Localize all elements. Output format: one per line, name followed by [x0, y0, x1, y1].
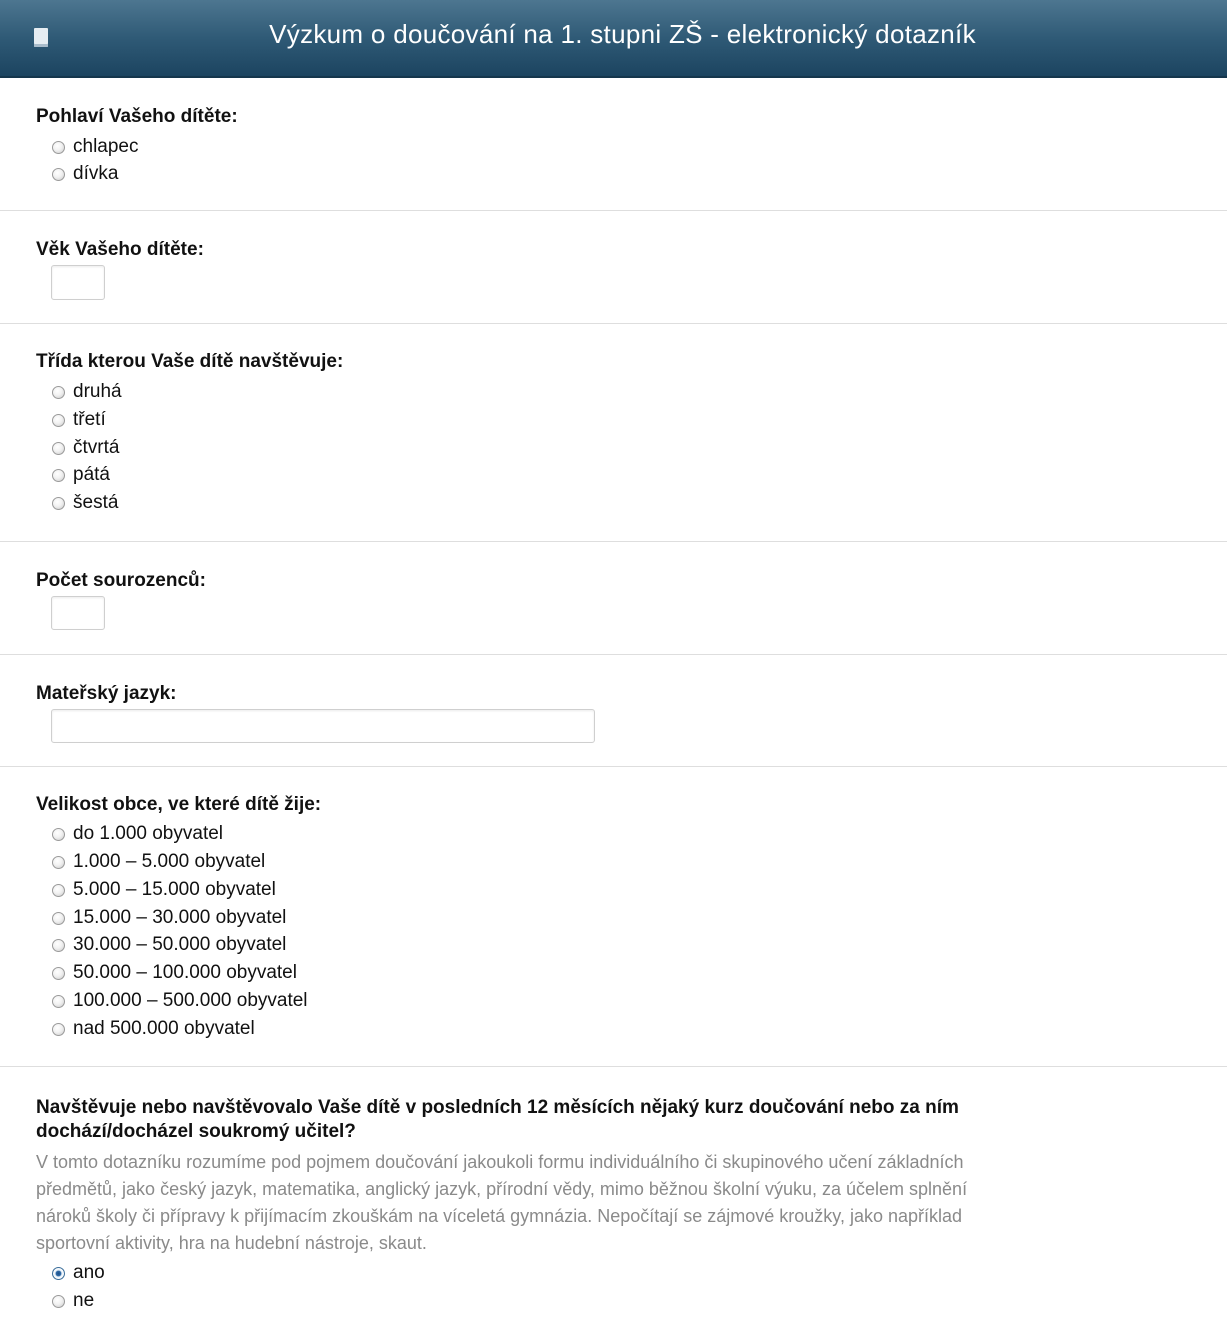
description-line: nároků školy či přípravy k přijímacím zk…	[36, 1206, 963, 1226]
question-label: Třída kterou Vaše dítě navštěvuje:	[36, 351, 344, 372]
option-label: nad 500.000 obyvatel	[73, 1018, 255, 1039]
radio-button[interactable]	[52, 468, 65, 482]
radio-button[interactable]	[52, 994, 65, 1008]
question-grade: Třída kterou Vaše dítě navštěvuje: druhá…	[0, 324, 1227, 542]
question-town-size: Velikost obce, ve které dítě žije: do 1.…	[0, 767, 1227, 1067]
radio-button[interactable]	[52, 413, 65, 427]
option-label: šestá	[73, 492, 119, 513]
radio-option-town-size[interactable]: do 1.000 obyvatel	[52, 822, 223, 846]
radio-button-selected[interactable]	[52, 1266, 65, 1280]
description-line: V tomto dotazníku rozumíme pod pojmem do…	[36, 1152, 964, 1172]
radio-button[interactable]	[52, 385, 65, 399]
radio-option-divka[interactable]: dívka	[52, 162, 118, 186]
radio-option-ne[interactable]: ne	[52, 1289, 94, 1313]
radio-button[interactable]	[52, 938, 65, 952]
option-label: do 1.000 obyvatel	[73, 823, 224, 844]
question-tutoring: Navštěvuje nebo navštěvovalo Vaše dítě v…	[0, 1067, 1227, 1329]
radio-button[interactable]	[52, 827, 65, 841]
radio-button[interactable]	[52, 441, 65, 455]
radio-option-town-size[interactable]: 50.000 – 100.000 obyvatel	[52, 961, 297, 985]
description-line: předmětů, jako český jazyk, matematika, …	[36, 1179, 968, 1199]
language-input[interactable]	[51, 709, 595, 743]
question-label: Velikost obce, ve které dítě žije:	[36, 794, 322, 815]
option-label: druhá	[73, 381, 122, 402]
radio-option-treti[interactable]: třetí	[52, 408, 106, 432]
question-age: Věk Vašeho dítěte:	[0, 211, 1227, 324]
radio-button[interactable]	[52, 140, 65, 154]
option-label: 100.000 – 500.000 obyvatel	[73, 990, 308, 1011]
question-label: Věk Vašeho dítěte:	[36, 239, 204, 260]
option-label: chlapec	[73, 136, 139, 157]
radio-option-ctvrta[interactable]: čtvrtá	[52, 436, 119, 460]
radio-button[interactable]	[52, 883, 65, 897]
age-input[interactable]	[51, 265, 105, 300]
radio-option-town-size[interactable]: 30.000 – 50.000 obyvatel	[52, 933, 286, 957]
siblings-input[interactable]	[51, 596, 105, 630]
option-label: ano	[73, 1262, 105, 1283]
question-label-line1: Navštěvuje nebo navštěvovalo Vaše dítě v…	[36, 1097, 959, 1118]
radio-option-chlapec[interactable]: chlapec	[52, 135, 139, 159]
question-gender: Pohlaví Vašeho dítěte: chlapec dívka	[0, 78, 1227, 211]
question-label: Mateřský jazyk:	[36, 683, 177, 704]
radio-button[interactable]	[52, 966, 65, 980]
survey-header: Výzkum o doučování na 1. stupni ZŠ - ele…	[0, 0, 1227, 78]
radio-option-town-size[interactable]: 5.000 – 15.000 obyvatel	[52, 878, 276, 902]
option-label: 1.000 – 5.000 obyvatel	[73, 851, 266, 872]
radio-option-druha[interactable]: druhá	[52, 380, 122, 404]
option-label: 50.000 – 100.000 obyvatel	[73, 962, 297, 983]
radio-button[interactable]	[52, 1022, 65, 1036]
question-language: Mateřský jazyk:	[0, 655, 1227, 767]
radio-option-town-size[interactable]: 1.000 – 5.000 obyvatel	[52, 850, 265, 874]
radio-option-town-size[interactable]: nad 500.000 obyvatel	[52, 1017, 255, 1041]
radio-option-ano[interactable]: ano	[52, 1261, 105, 1285]
radio-button[interactable]	[52, 911, 65, 925]
option-label: 30.000 – 50.000 obyvatel	[73, 934, 287, 955]
radio-option-pata[interactable]: pátá	[52, 463, 110, 487]
radio-button[interactable]	[52, 167, 65, 181]
question-label: Počet sourozenců:	[36, 570, 206, 591]
option-label: pátá	[73, 464, 110, 485]
option-label: dívka	[73, 163, 119, 184]
radio-button[interactable]	[52, 855, 65, 869]
description-line: sportovní aktivity, hra na hudební nástr…	[36, 1233, 427, 1253]
radio-option-town-size[interactable]: 100.000 – 500.000 obyvatel	[52, 989, 308, 1013]
question-label-line2: dochází/docházel soukromý učitel?	[36, 1121, 356, 1142]
option-label: 5.000 – 15.000 obyvatel	[73, 879, 276, 900]
radio-button[interactable]	[52, 1294, 65, 1308]
radio-button[interactable]	[52, 496, 65, 510]
survey-title: Výzkum o doučování na 1. stupni ZŠ - ele…	[269, 19, 976, 49]
question-siblings: Počet sourozenců:	[0, 542, 1227, 655]
question-description: V tomto dotazníku rozumíme pod pojmem do…	[36, 1149, 1166, 1257]
radio-option-town-size[interactable]: 15.000 – 30.000 obyvatel	[52, 906, 286, 930]
radio-option-sesta[interactable]: šestá	[52, 491, 118, 515]
option-label: třetí	[73, 409, 106, 430]
option-label: 15.000 – 30.000 obyvatel	[73, 907, 287, 928]
option-label: čtvrtá	[73, 437, 120, 458]
option-label: ne	[73, 1290, 95, 1311]
question-label: Pohlaví Vašeho dítěte:	[36, 106, 238, 127]
